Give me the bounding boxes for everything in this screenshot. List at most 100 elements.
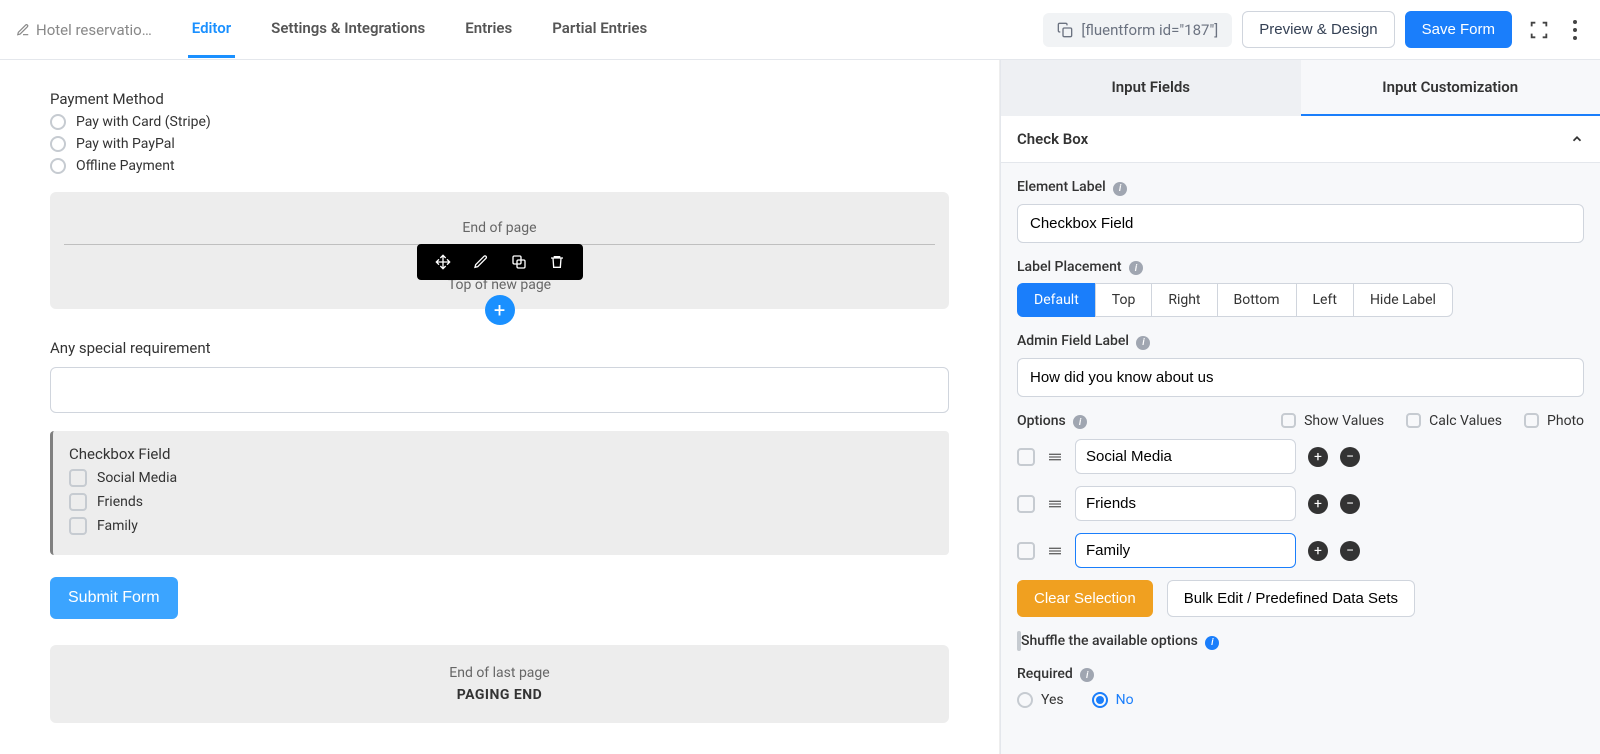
section-title: Check Box xyxy=(1017,130,1088,148)
placement-bottom[interactable]: Bottom xyxy=(1217,283,1297,317)
nav-tabs: Editor Settings & Integrations Entries P… xyxy=(188,1,651,58)
radio-icon xyxy=(1092,692,1108,708)
block-toolbar xyxy=(417,244,583,280)
drag-icon[interactable] xyxy=(1047,449,1063,465)
checkbox-icon xyxy=(69,517,87,535)
special-requirement-input[interactable] xyxy=(50,367,949,413)
element-label-input[interactable] xyxy=(1017,204,1584,243)
payment-option-offline[interactable]: Offline Payment xyxy=(50,158,949,174)
checkbox-icon xyxy=(1406,413,1421,428)
paging-end-block[interactable]: End of last page PAGING END xyxy=(50,645,949,723)
drag-icon[interactable] xyxy=(1047,543,1063,559)
checkbox-field-label: Checkbox Field xyxy=(69,445,933,463)
element-label-label: Element Label i xyxy=(1017,179,1584,196)
move-icon[interactable] xyxy=(435,254,451,270)
option-select-checkbox[interactable] xyxy=(1017,542,1035,560)
duplicate-icon[interactable] xyxy=(511,254,527,270)
checkbox-icon xyxy=(69,493,87,511)
admin-label-row: Admin Field Label i xyxy=(1017,333,1584,397)
tab-input-customization[interactable]: Input Customization xyxy=(1301,60,1600,116)
section-header[interactable]: Check Box xyxy=(1001,116,1600,163)
info-icon[interactable]: i xyxy=(1073,415,1087,429)
shortcode-box[interactable]: [fluentform id="187"] xyxy=(1043,13,1232,47)
required-no[interactable]: No xyxy=(1092,692,1134,708)
edit-icon[interactable] xyxy=(473,254,489,270)
admin-label-input[interactable] xyxy=(1017,358,1584,397)
photo-checkbox[interactable]: Photo xyxy=(1524,413,1584,429)
drag-icon[interactable] xyxy=(1047,496,1063,512)
header-right: [fluentform id="187"] Preview & Design S… xyxy=(1043,11,1584,48)
calc-values-checkbox[interactable]: Calc Values xyxy=(1406,413,1502,429)
option-item: + − xyxy=(1017,439,1584,474)
checkbox-option[interactable]: Family xyxy=(69,517,933,535)
add-field-button[interactable]: + xyxy=(485,295,515,325)
options-header: Options i Show Values Calc Values Photo xyxy=(1017,413,1584,430)
tab-input-fields[interactable]: Input Fields xyxy=(1001,60,1301,116)
payment-option-paypal[interactable]: Pay with PayPal xyxy=(50,136,949,152)
checkbox-icon xyxy=(69,469,87,487)
shortcode-text: [fluentform id="187"] xyxy=(1081,21,1218,39)
radio-icon xyxy=(50,136,66,152)
form-editor: Payment Method Pay with Card (Stripe) Pa… xyxy=(0,60,1000,754)
copy-icon xyxy=(1057,22,1073,38)
placement-hide[interactable]: Hide Label xyxy=(1353,283,1453,317)
info-icon[interactable]: i xyxy=(1129,261,1143,275)
more-icon[interactable] xyxy=(1566,13,1584,47)
save-form-button[interactable]: Save Form xyxy=(1405,11,1512,48)
delete-icon[interactable] xyxy=(549,254,565,270)
submit-form-button[interactable]: Submit Form xyxy=(50,577,178,619)
option-label-input[interactable] xyxy=(1075,486,1296,521)
payment-option-stripe[interactable]: Pay with Card (Stripe) xyxy=(50,114,949,130)
fullscreen-icon[interactable] xyxy=(1522,13,1556,47)
payment-method-label: Payment Method xyxy=(50,90,949,108)
remove-option-button[interactable]: − xyxy=(1340,541,1360,561)
tab-editor[interactable]: Editor xyxy=(188,1,235,58)
option-select-checkbox[interactable] xyxy=(1017,448,1035,466)
required-yes[interactable]: Yes xyxy=(1017,692,1064,708)
special-requirement-label: Any special requirement xyxy=(50,339,949,357)
clear-selection-button[interactable]: Clear Selection xyxy=(1017,580,1153,617)
special-requirement-block[interactable]: Any special requirement xyxy=(50,339,949,413)
option-item: + − xyxy=(1017,533,1584,568)
info-icon[interactable]: i xyxy=(1080,668,1094,682)
info-icon[interactable]: i xyxy=(1113,182,1127,196)
remove-option-button[interactable]: − xyxy=(1340,447,1360,467)
tab-settings[interactable]: Settings & Integrations xyxy=(267,1,429,58)
required-label: Required i xyxy=(1017,666,1584,683)
show-values-checkbox[interactable]: Show Values xyxy=(1281,413,1384,429)
placement-default[interactable]: Default xyxy=(1017,283,1096,317)
placement-right[interactable]: Right xyxy=(1151,283,1217,317)
checkbox-option[interactable]: Social Media xyxy=(69,469,933,487)
header-left: Hotel reservatio… Editor Settings & Inte… xyxy=(16,1,651,58)
shuffle-checkbox[interactable]: Shuffle the available options i xyxy=(1017,633,1584,650)
element-label-row: Element Label i xyxy=(1017,179,1584,243)
checkbox-field-block[interactable]: Checkbox Field Social Media Friends Fami… xyxy=(50,431,949,555)
option-label-input[interactable] xyxy=(1075,533,1296,568)
placement-top[interactable]: Top xyxy=(1095,283,1153,317)
add-option-button[interactable]: + xyxy=(1308,447,1328,467)
checkbox-icon xyxy=(1524,413,1539,428)
form-name[interactable]: Hotel reservatio… xyxy=(16,21,152,39)
app-header: Hotel reservatio… Editor Settings & Inte… xyxy=(0,0,1600,60)
options-row: Options i Show Values Calc Values Photo … xyxy=(1017,413,1584,618)
checkbox-option[interactable]: Friends xyxy=(69,493,933,511)
option-select-checkbox[interactable] xyxy=(1017,495,1035,513)
shuffle-row: Shuffle the available options i xyxy=(1017,633,1584,650)
tab-entries[interactable]: Entries xyxy=(461,1,516,58)
label-placement-row: Label Placement i Default Top Right Bott… xyxy=(1017,259,1584,318)
preview-button[interactable]: Preview & Design xyxy=(1242,11,1394,48)
info-icon[interactable]: i xyxy=(1205,636,1219,650)
options-label: Options i xyxy=(1017,413,1087,430)
page-break-block[interactable]: End of page Top of new page + xyxy=(50,192,949,309)
bulk-edit-button[interactable]: Bulk Edit / Predefined Data Sets xyxy=(1167,580,1415,617)
placement-left[interactable]: Left xyxy=(1296,283,1354,317)
radio-icon xyxy=(50,114,66,130)
tab-partial-entries[interactable]: Partial Entries xyxy=(548,1,651,58)
option-label-input[interactable] xyxy=(1075,439,1296,474)
sidebar-body: Check Box Element Label i Label Placemen… xyxy=(1001,116,1600,754)
add-option-button[interactable]: + xyxy=(1308,541,1328,561)
info-icon[interactable]: i xyxy=(1136,336,1150,350)
admin-label-label: Admin Field Label i xyxy=(1017,333,1584,350)
remove-option-button[interactable]: − xyxy=(1340,494,1360,514)
add-option-button[interactable]: + xyxy=(1308,494,1328,514)
